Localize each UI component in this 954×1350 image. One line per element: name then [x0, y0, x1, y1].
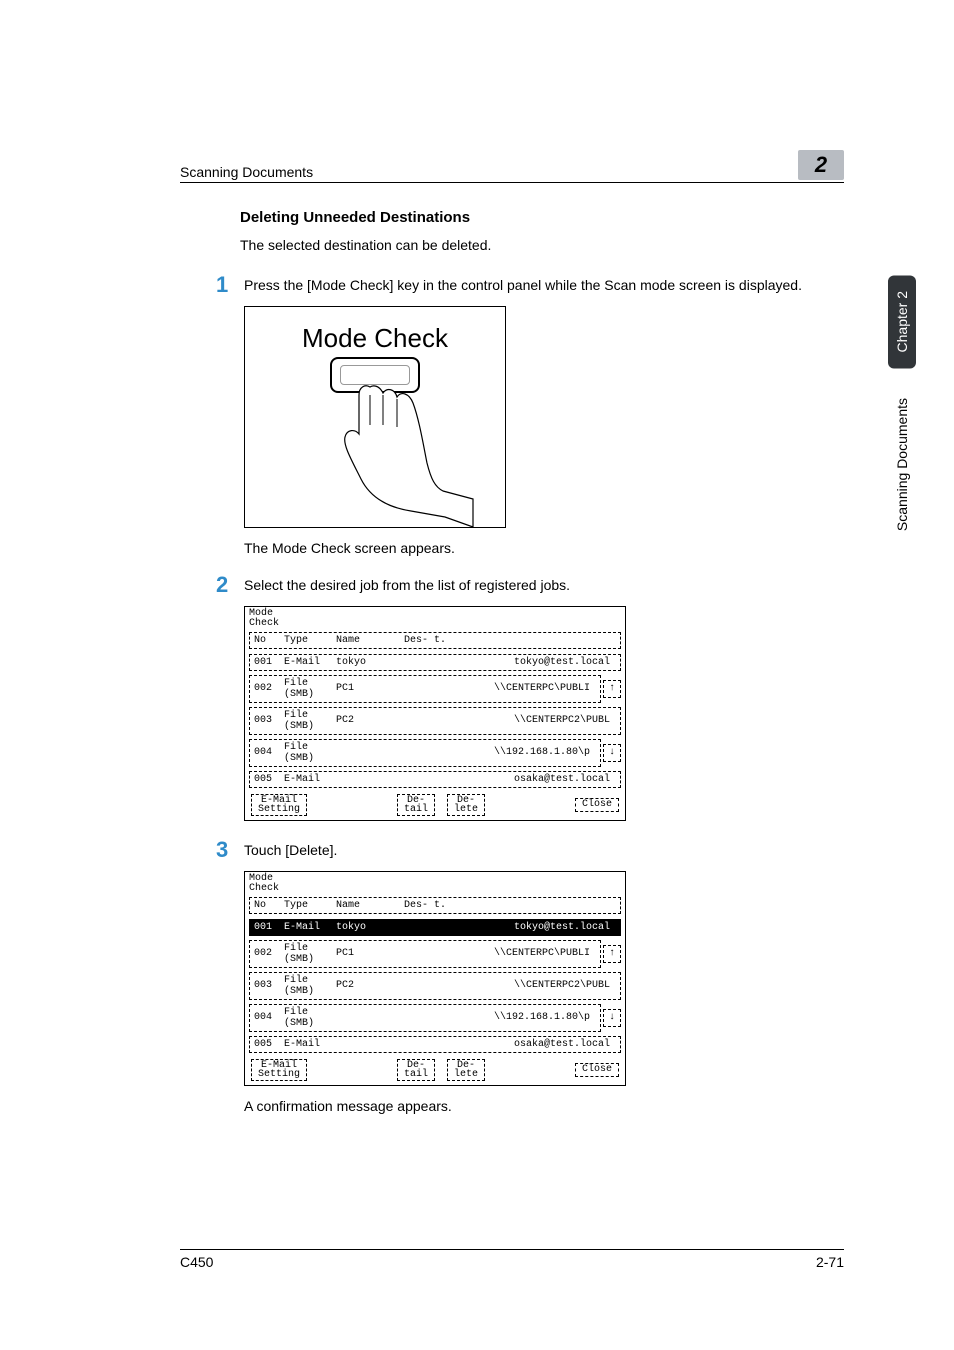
col-dest: Des- t. [404, 635, 616, 646]
table-row[interactable]: 002 File (SMB) PC1 \\CENTERPC\PUBLI [249, 675, 601, 703]
mode-check-label: Mode Check [245, 323, 505, 354]
side-tab-chapter: Chapter 2 [888, 275, 916, 368]
table-row[interactable]: 003 File (SMB) PC2 \\CENTERPC2\PUBL [249, 972, 621, 1000]
col-no: No [254, 635, 284, 646]
scroll-up-button[interactable]: ↑ [603, 680, 621, 698]
step-text: Touch [Delete]. [244, 839, 337, 861]
scroll-up-button[interactable]: ↑ [603, 945, 621, 963]
col-name: Name [336, 635, 404, 646]
footer-right: 2-71 [816, 1254, 844, 1270]
table-row[interactable]: 004 File (SMB) \\192.168.1.80\p [249, 1004, 601, 1032]
email-setting-button[interactable]: E-MailSetting [251, 1059, 307, 1081]
section-title: Deleting Unneeded Destinations [240, 209, 844, 226]
table-row[interactable]: 005 E-Mail osaka@test.local [249, 1036, 621, 1053]
step-number: 3 [216, 839, 244, 861]
mode-check-figure: Mode Check [244, 306, 506, 528]
step-text: Select the desired job from the list of … [244, 574, 570, 596]
chapter-badge: 2 [798, 150, 844, 180]
step-number: 1 [216, 274, 244, 296]
col-type: Type [284, 635, 336, 646]
screen-title-2: Check [249, 883, 279, 894]
mode-check-screen-1: ModeCheck No Type Name Des- t. 001 E-Mai… [244, 606, 626, 821]
close-button[interactable]: Close [575, 1063, 619, 1077]
table-row[interactable]: 001 E-Mail tokyo tokyo@test.local [249, 654, 621, 671]
scroll-down-button[interactable]: ↓ [603, 744, 621, 762]
caption-1: The Mode Check screen appears. [244, 540, 844, 556]
table-row[interactable]: 003 File (SMB) PC2 \\CENTERPC2\PUBL [249, 707, 621, 735]
mode-check-screen-2: ModeCheck No Type Name Des- t. 001 E-Mai… [244, 871, 626, 1086]
step-number: 2 [216, 574, 244, 596]
table-row[interactable]: 002 File (SMB) PC1 \\CENTERPC\PUBLI [249, 940, 601, 968]
caption-2: A confirmation message appears. [244, 1098, 844, 1114]
screen-title-2: Check [249, 618, 279, 629]
running-header: Scanning Documents [180, 164, 313, 180]
email-setting-button[interactable]: E-MailSetting [251, 794, 307, 816]
scroll-down-button[interactable]: ↓ [603, 1009, 621, 1027]
delete-button[interactable]: De-lete [447, 794, 485, 816]
hand-icon [335, 379, 475, 529]
close-button[interactable]: Close [575, 798, 619, 812]
table-row[interactable]: 004 File (SMB) \\192.168.1.80\p [249, 739, 601, 767]
table-row[interactable]: 005 E-Mail osaka@test.local [249, 771, 621, 788]
delete-button[interactable]: De-lete [447, 1059, 485, 1081]
table-header: No Type Name Des- t. [249, 632, 621, 649]
footer-left: C450 [180, 1254, 213, 1270]
step-text: Press the [Mode Check] key in the contro… [244, 274, 802, 296]
detail-button[interactable]: De-tail [397, 794, 435, 816]
side-tab-section: Scanning Documents [888, 382, 916, 547]
table-header: No Type Name Des- t. [249, 897, 621, 914]
section-intro: The selected destination can be deleted. [240, 236, 844, 256]
table-row-selected[interactable]: 001 E-Mail tokyo tokyo@test.local [249, 919, 621, 936]
detail-button[interactable]: De-tail [397, 1059, 435, 1081]
